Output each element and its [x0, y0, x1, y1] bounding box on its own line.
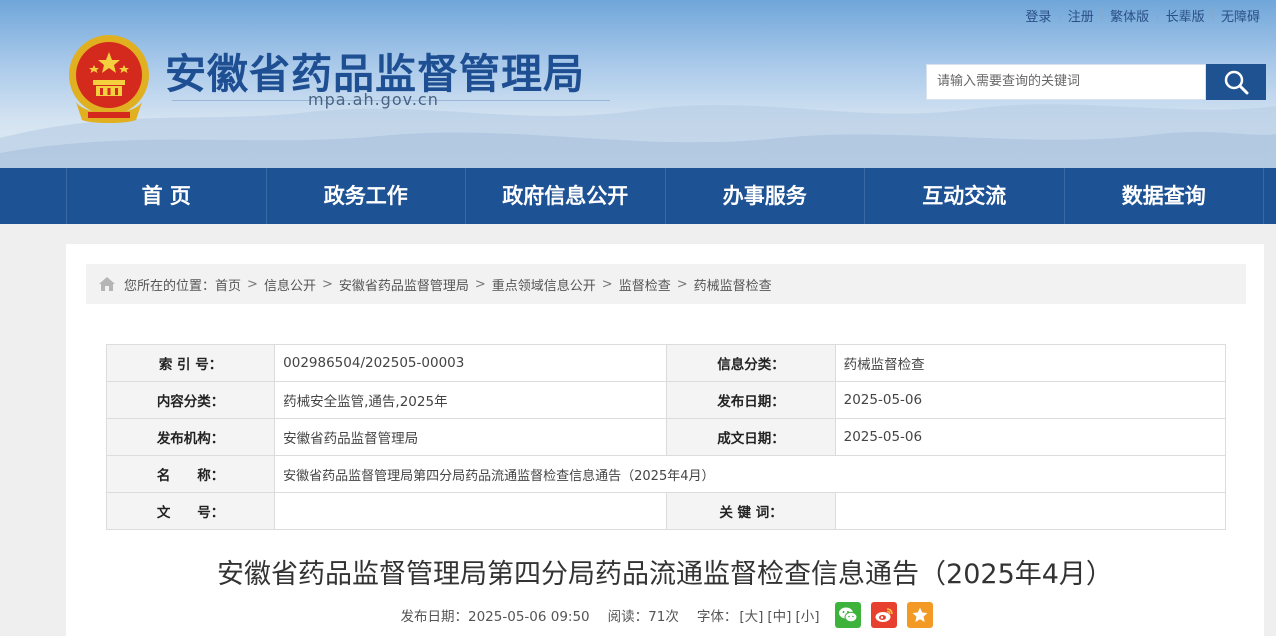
star-icon	[912, 607, 928, 622]
font-large-button[interactable]: [大]	[739, 609, 763, 625]
font-medium-button[interactable]: [中]	[767, 609, 791, 625]
keywords-label: 关 键 词：	[666, 492, 836, 530]
breadcrumb-supervision[interactable]: 监督检查	[619, 275, 671, 294]
category-label: 信息分类：	[666, 344, 836, 382]
created-value: 2025-05-06	[834, 418, 1227, 456]
site-domain: mpa.ah.gov.cn	[308, 90, 439, 109]
metadata-table: 索 引 号： 002986504/202505-00003 信息分类： 药械监督…	[105, 344, 1227, 530]
search-button[interactable]	[1206, 64, 1266, 100]
nav-item-services[interactable]: 办事服务	[664, 168, 865, 224]
docno-label: 文 号：	[105, 492, 276, 530]
national-emblem-icon	[69, 35, 149, 123]
breadcrumb-key-areas[interactable]: 重点领域信息公开	[492, 275, 596, 294]
weibo-icon	[875, 608, 894, 622]
top-links: 登录 | 注册 | 繁体版 | 长辈版 | 无障碍	[1019, 6, 1266, 25]
publish-value: 2025-05-06	[834, 381, 1227, 419]
main-nav: 首 页 政务工作 政府信息公开 办事服务 互动交流 数据查询	[0, 168, 1276, 224]
name-value: 安徽省药品监督管理局第四分局药品流通监督检查信息通告（2025年4月）	[274, 455, 1226, 493]
login-link[interactable]: 登录	[1019, 6, 1057, 25]
name-label: 名 称：	[105, 455, 276, 493]
breadcrumb-home[interactable]: 首页	[215, 275, 241, 294]
created-label: 成文日期：	[666, 418, 836, 456]
breadcrumb-info-public[interactable]: 信息公开	[264, 275, 316, 294]
read-count: 阅读：71次	[607, 609, 679, 625]
elder-link[interactable]: 长辈版	[1160, 6, 1211, 25]
breadcrumb-drug-device-inspection[interactable]: 药械监督检查	[694, 275, 772, 294]
search-icon	[1224, 70, 1249, 95]
keywords-value	[834, 492, 1227, 530]
table-row: 名 称： 安徽省药品监督管理局第四分局药品流通监督检查信息通告（2025年4月）	[105, 455, 1226, 493]
nav-item-interaction[interactable]: 互动交流	[864, 168, 1064, 224]
nav-item-data-query[interactable]: 数据查询	[1063, 168, 1264, 224]
register-link[interactable]: 注册	[1062, 6, 1100, 25]
share-wechat-button[interactable]	[835, 602, 862, 628]
home-icon	[99, 277, 115, 291]
org-label: 发布机构：	[105, 418, 276, 456]
search-input[interactable]: 请输入需要查询的关键词	[926, 64, 1206, 100]
docno-value	[274, 492, 668, 530]
font-size-control: 字体： [大] [中] [小]	[697, 605, 822, 625]
wechat-icon	[839, 607, 858, 623]
share-weibo-button[interactable]	[871, 602, 898, 628]
table-row: 索 引 号： 002986504/202505-00003 信息分类： 药械监督…	[105, 344, 1227, 382]
index-label: 索 引 号：	[105, 344, 276, 382]
favorite-button[interactable]	[907, 602, 934, 628]
publish-time: 发布日期：2025-05-06 09:50	[400, 609, 590, 625]
site-header: 登录 | 注册 | 繁体版 | 长辈版 | 无障碍 安徽省药品监督管理局 mpa…	[0, 0, 1276, 168]
font-small-button[interactable]: [小]	[795, 609, 819, 625]
breadcrumb: 您所在的位置： 首页 > 信息公开 > 安徽省药品监督管理局 > 重点领域信息公…	[86, 264, 1246, 304]
index-value: 002986504/202505-00003	[274, 344, 668, 382]
article-meta: 发布日期：2025-05-06 09:50 阅读：71次 字体： [大] [中] [小…	[66, 602, 1264, 628]
nav-item-info-disclosure[interactable]: 政府信息公开	[465, 168, 665, 224]
nav-item-home[interactable]: 首 页	[66, 168, 266, 224]
article-title: 安徽省药品监督管理局第四分局药品流通监督检查信息通告（2025年4月）	[217, 559, 1113, 590]
table-row: 文 号： 关 键 词：	[105, 492, 1227, 530]
table-row: 发布机构： 安徽省药品监督管理局 成文日期： 2025-05-06	[105, 418, 1227, 456]
nav-item-government-work[interactable]: 政务工作	[265, 168, 466, 224]
content-card: 您所在的位置： 首页 > 信息公开 > 安徽省药品监督管理局 > 重点领域信息公…	[66, 244, 1264, 636]
traditional-link[interactable]: 繁体版	[1104, 6, 1155, 25]
content-label: 内容分类：	[105, 381, 276, 419]
content-value: 药械安全监管,通告,2025年	[274, 381, 668, 419]
org-value: 安徽省药品监督管理局	[274, 418, 668, 456]
table-row: 内容分类： 药械安全监管,通告,2025年 发布日期： 2025-05-06	[105, 381, 1227, 419]
publish-label: 发布日期：	[666, 381, 836, 419]
category-value: 药械监督检查	[834, 344, 1227, 382]
font-size-label: 字体：	[696, 609, 738, 625]
accessibility-link[interactable]: 无障碍	[1215, 6, 1266, 25]
breadcrumb-bureau[interactable]: 安徽省药品监督管理局	[339, 275, 469, 294]
breadcrumb-prefix: 您所在的位置：	[124, 278, 216, 294]
